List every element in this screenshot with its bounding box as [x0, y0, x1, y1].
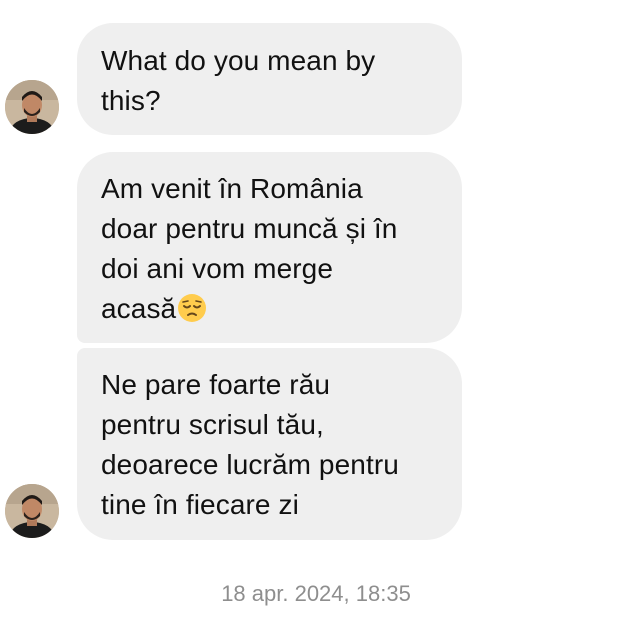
message-bubble[interactable]: Ne pare foarte rău pentru scrisul tău, d… — [77, 348, 462, 540]
message-bubble[interactable]: What do you mean by this? — [77, 23, 462, 135]
avatar-photo — [5, 80, 59, 134]
avatar[interactable] — [5, 484, 59, 538]
message-text-line: doar pentru muncă și în — [101, 213, 398, 244]
message-text-line: pentru scrisul tău, — [101, 409, 324, 440]
message-text-line: What do you mean by — [101, 45, 376, 76]
message-text-line: this? — [101, 85, 161, 116]
message-text-line: doi ani vom merge — [101, 253, 334, 284]
avatar-photo — [5, 484, 59, 538]
avatar[interactable] — [5, 80, 59, 134]
message-text-line: tine în fiecare zi — [101, 489, 299, 520]
message-text-line-with-emoji: acasă — [101, 289, 438, 329]
message-text-line: Am venit în România — [101, 173, 363, 204]
message-bubble[interactable]: Am venit în România doar pentru muncă și… — [77, 152, 462, 343]
message-timestamp: 18 apr. 2024, 18:35 — [0, 581, 632, 607]
message-text-line: acasă — [101, 293, 177, 324]
timestamp-text: 18 apr. 2024, 18:35 — [221, 581, 411, 606]
pensive-face-icon — [177, 293, 207, 323]
message-text-line: deoarece lucrăm pentru — [101, 449, 399, 480]
message-text-line: Ne pare foarte rău — [101, 369, 331, 400]
